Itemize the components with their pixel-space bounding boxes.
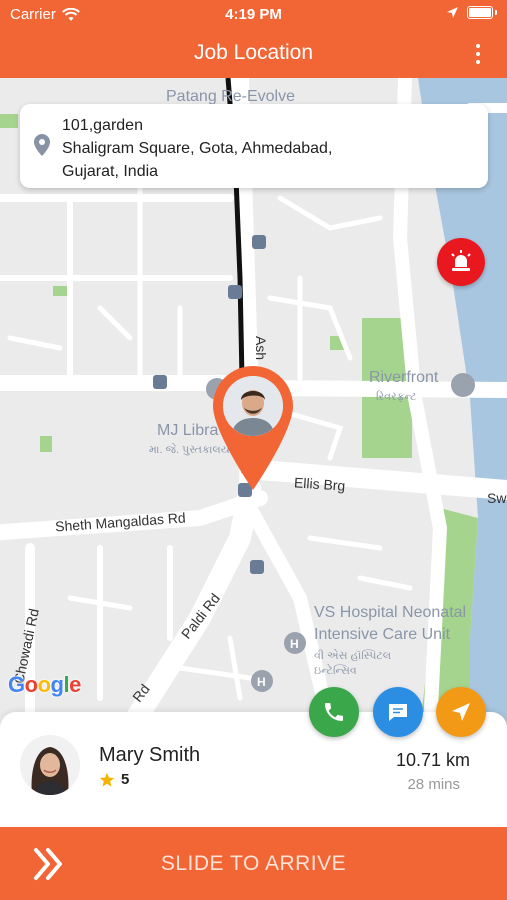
battery-icon xyxy=(467,6,493,19)
dot-icon xyxy=(476,60,480,64)
customer-avatar xyxy=(20,735,80,795)
address-card: 101,garden Shaligram Square, Gota, Ahmed… xyxy=(20,104,488,188)
trip-duration: 28 mins xyxy=(407,776,460,793)
google-logo: Google xyxy=(8,672,81,697)
driver-photo xyxy=(223,376,283,436)
map-label: MJ Libra xyxy=(157,422,219,439)
siren-icon xyxy=(451,250,471,271)
trip-distance: 10.71 km xyxy=(395,750,470,770)
map-label: VS Hospital Neonatal xyxy=(314,604,467,621)
location-arrow-icon xyxy=(447,7,458,18)
slide-to-arrive-bar[interactable]: SLIDE TO ARRIVE xyxy=(0,827,507,900)
status-right xyxy=(446,6,497,19)
map-label: વી એસ હૉસ્પિટલ xyxy=(314,650,392,662)
chat-button[interactable] xyxy=(373,687,423,737)
svg-text:H: H xyxy=(290,637,299,651)
customer-name: Mary Smith xyxy=(99,744,201,766)
customer-rating: 5 xyxy=(99,771,129,788)
phone-icon xyxy=(325,703,343,721)
map-label: Riverfront xyxy=(369,369,439,386)
navigate-button[interactable] xyxy=(436,687,486,737)
status-bar: Carrier 4:19 PM xyxy=(0,0,507,30)
battery-nub xyxy=(495,10,497,15)
sos-alarm-button[interactable] xyxy=(437,238,485,286)
map-label: ઇન્ટેન્સિવ xyxy=(314,665,357,677)
address-line-2: Shaligram Square, Gota, Ahmedabad, xyxy=(62,140,333,157)
location-pin-icon xyxy=(34,134,50,156)
svg-text:H: H xyxy=(257,675,266,689)
map-label: Ash xyxy=(253,335,270,361)
header: Job Location xyxy=(0,30,507,78)
navigation-arrow-icon xyxy=(452,703,470,721)
map-label: Intensive Care Unit xyxy=(314,626,451,643)
customer-photo xyxy=(20,735,80,795)
chat-bubble-icon xyxy=(389,704,407,721)
more-options-button[interactable] xyxy=(471,42,485,66)
address-line-1: 101,garden xyxy=(62,117,143,134)
rating-value: 5 xyxy=(121,771,130,788)
address-line-3: Gujarat, India xyxy=(62,163,159,180)
star-icon xyxy=(99,772,115,787)
customer-info-card: Mary Smith 5 10.71 km 28 mins xyxy=(0,712,507,827)
map-label: Sw xyxy=(487,490,507,506)
status-time: 4:19 PM xyxy=(225,6,282,23)
driver-avatar xyxy=(223,376,283,436)
map-label: રિવરફ્રન્ટ xyxy=(376,391,417,403)
slide-label: SLIDE TO ARRIVE xyxy=(160,852,347,875)
dot-icon xyxy=(476,52,480,56)
page-title: Job Location xyxy=(193,41,314,64)
dot-icon xyxy=(476,44,480,48)
driver-location-marker[interactable] xyxy=(213,366,293,490)
call-button[interactable] xyxy=(309,687,359,737)
